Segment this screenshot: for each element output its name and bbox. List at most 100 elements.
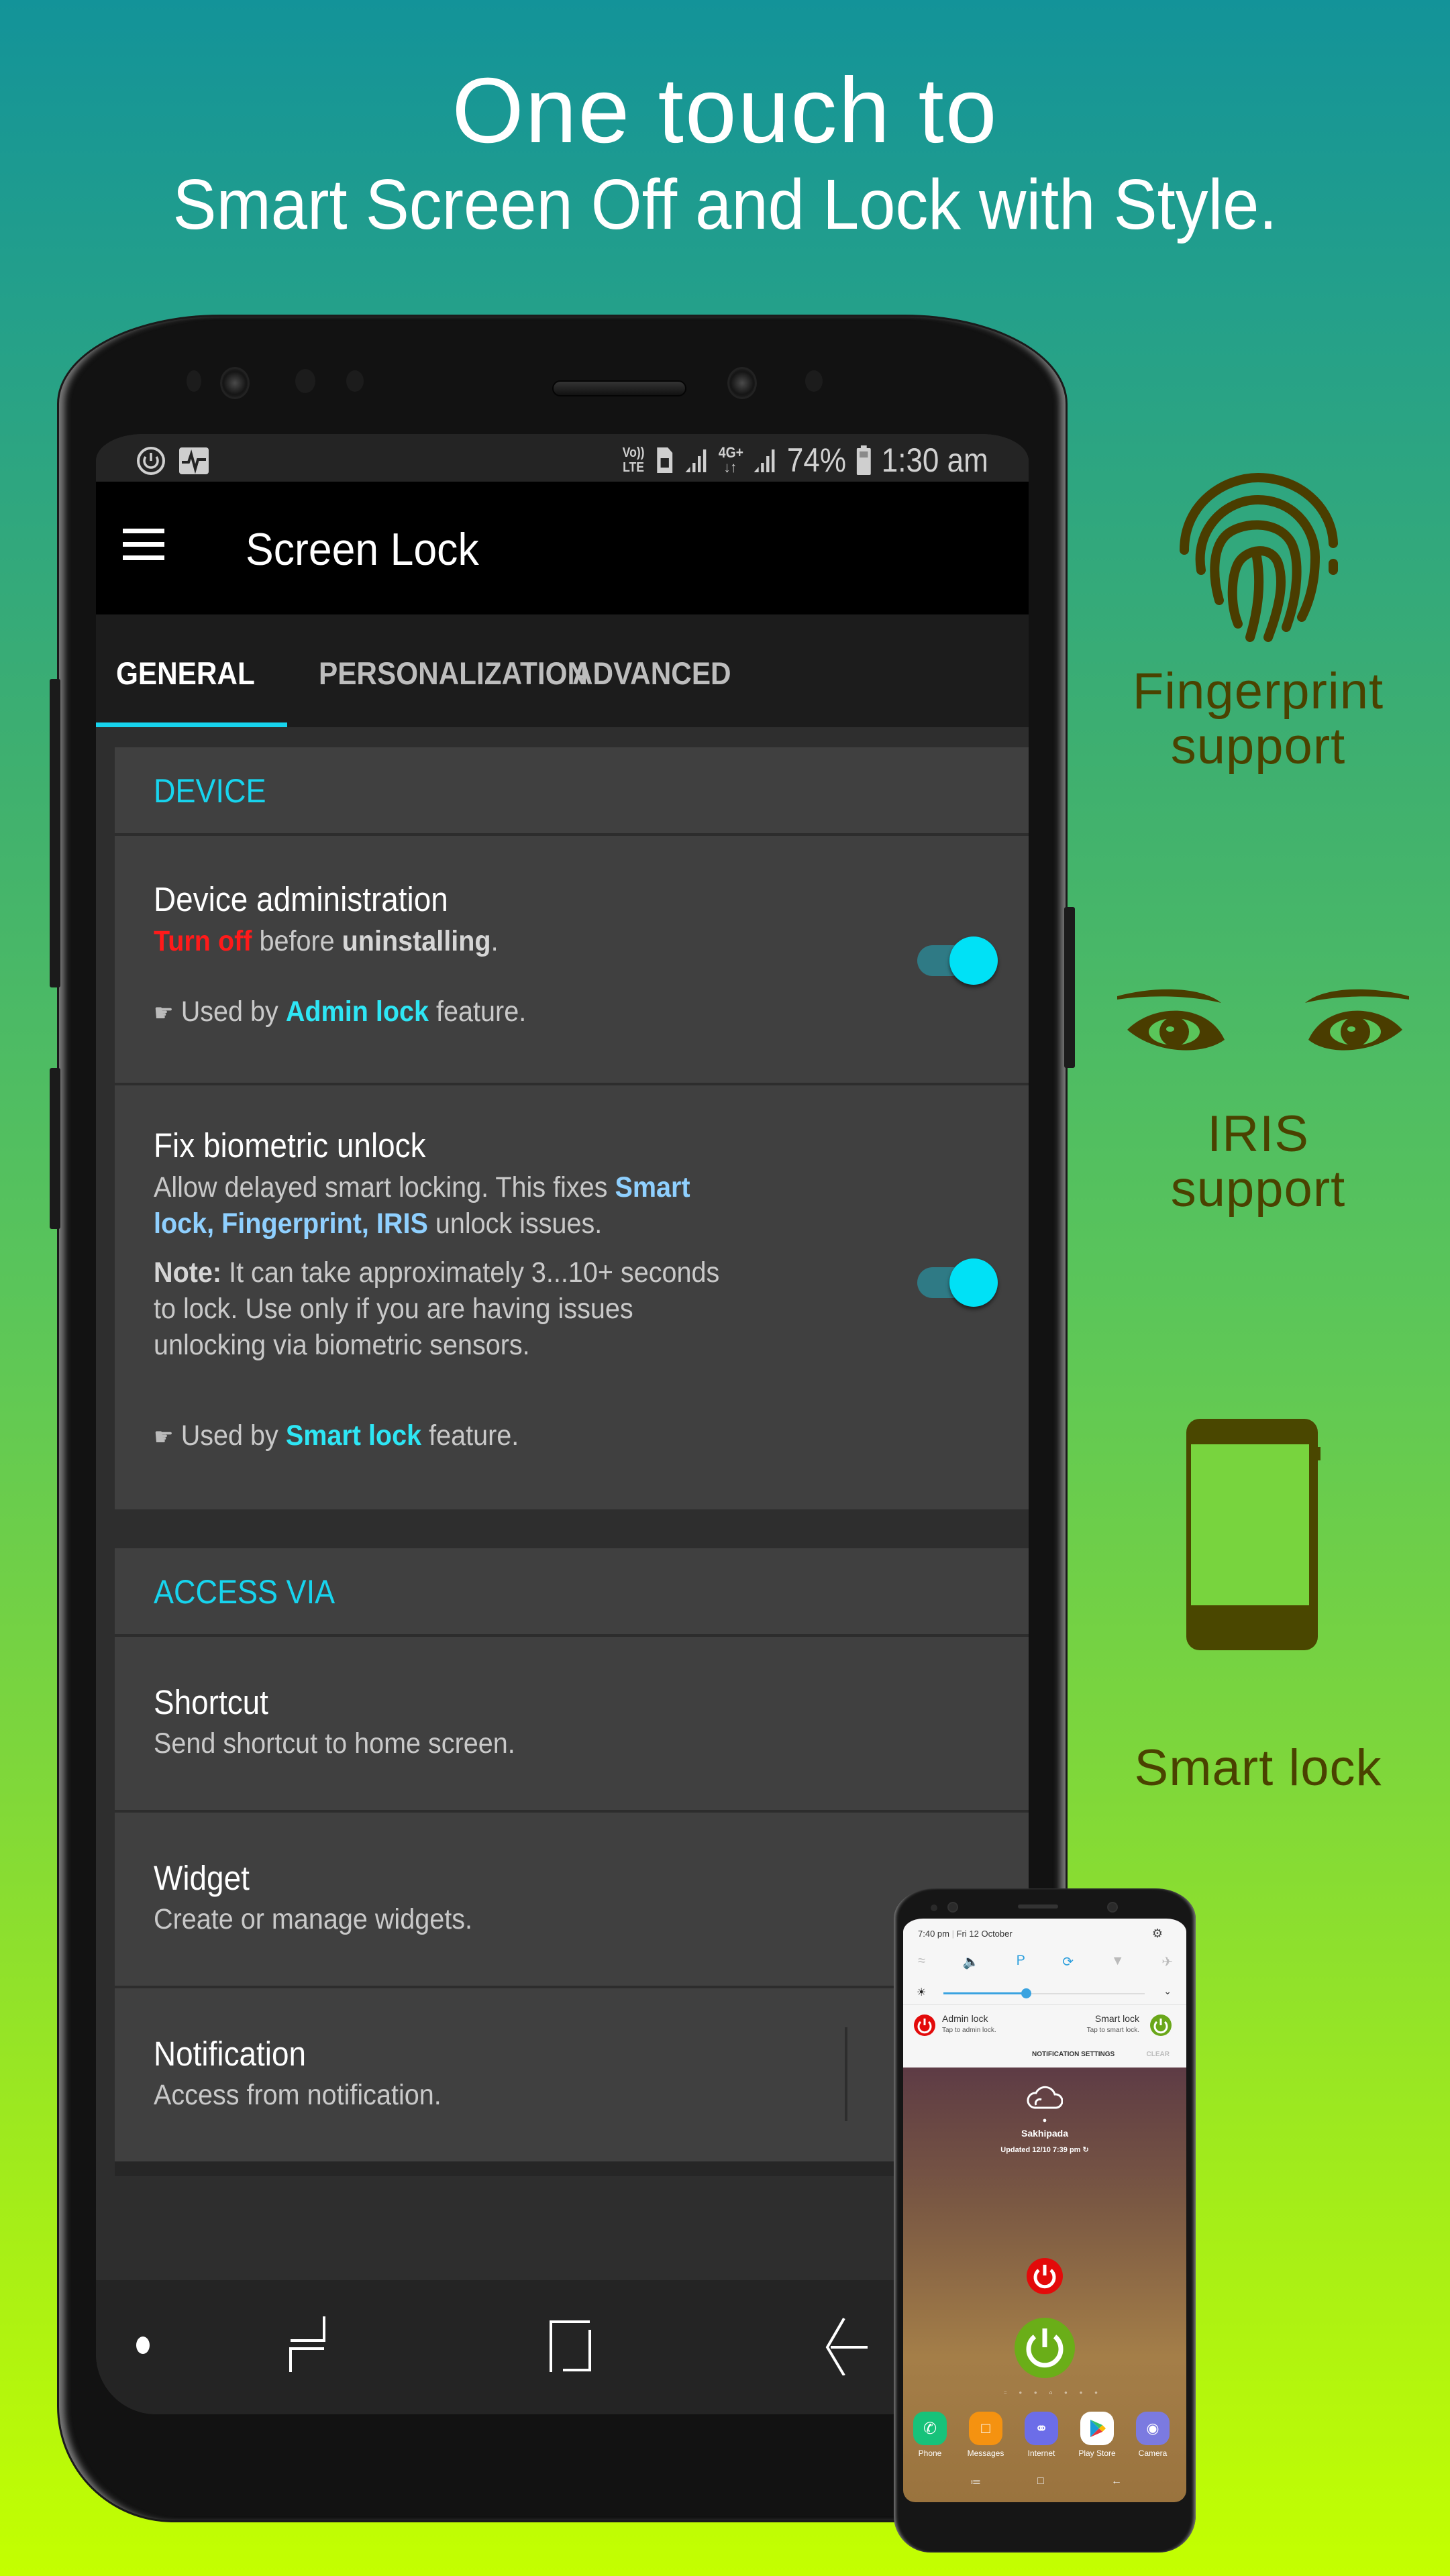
home-icon[interactable] — [544, 2315, 598, 2375]
dock-app-camera[interactable]: ◉ Camera — [1133, 2412, 1173, 2458]
pref-widget[interactable]: Widget Create or manage widgets. — [115, 1813, 1029, 1986]
status-bar: Vo)) LTE 4G+ ↓↑ 74% 1:30 am — [96, 434, 1029, 482]
feature-link[interactable]: Smart lock — [286, 1419, 421, 1452]
feature-link[interactable]: Admin lock — [286, 996, 429, 1028]
app-bar: Screen Lock — [96, 482, 1029, 614]
used-by-prefix: Used by — [180, 1419, 286, 1452]
device-admin-toggle[interactable] — [913, 930, 1000, 985]
sensor-dot — [187, 370, 201, 392]
signal-icon-2 — [754, 449, 775, 472]
pref-notification[interactable]: Notification Access from notification. — [115, 1988, 1029, 2161]
bluetooth-icon[interactable]: Ꮲ — [1017, 1953, 1025, 1970]
page-dot: ● — [1019, 2390, 1023, 2396]
slider-thumb[interactable] — [1021, 1988, 1031, 1998]
section-access-via: ACCESS VIA — [115, 1548, 1029, 1634]
pref-summary: Send shortcut to home screen. — [154, 1727, 515, 1760]
admin-lock-power-icon[interactable] — [914, 2015, 935, 2036]
feature-label-line: support — [1170, 718, 1346, 775]
page-dot: ● — [1094, 2390, 1098, 2396]
pref-title: Shortcut — [154, 1683, 268, 1721]
pref-title: Notification — [154, 2035, 307, 2073]
smart-lock-widget[interactable] — [1015, 2318, 1075, 2378]
tab-advanced[interactable]: ADVANCED — [572, 655, 731, 692]
recents-icon[interactable] — [277, 2315, 331, 2375]
dock-app-play-store[interactable]: Play Store — [1077, 2412, 1117, 2458]
wifi-icon[interactable]: ≈ — [918, 1953, 925, 1970]
home-icon[interactable]: □ — [1037, 2475, 1044, 2487]
tab-personalization[interactable]: PERSONALIZATION — [319, 655, 588, 692]
back-icon[interactable] — [821, 2315, 874, 2375]
back-icon[interactable]: ← — [1111, 2475, 1122, 2487]
feature-label-line: Fingerprint — [1132, 663, 1384, 720]
settings-gear-icon[interactable]: ⚙ — [1152, 1927, 1163, 1941]
smart-lock-power-icon[interactable] — [1150, 2015, 1172, 2036]
feature-iris-label: IRIS support — [1100, 1107, 1416, 1217]
app-label: Play Store — [1078, 2449, 1116, 2458]
fix-biometric-toggle[interactable] — [913, 1252, 1000, 1307]
summary-highlight: Smart — [615, 1171, 690, 1203]
note-text: unlocking via biometric sensors. — [154, 1329, 530, 1361]
activity-icon — [179, 447, 209, 474]
section-device: DEVICE — [115, 747, 1029, 833]
sensor-dot — [931, 1904, 937, 1911]
admin-lock-title[interactable]: Admin lock — [942, 2013, 988, 2024]
dock-app-internet[interactable]: ⚭ Internet — [1021, 2412, 1061, 2458]
brightness-slider[interactable]: ☀ ⌄ — [917, 1986, 1172, 2000]
screen-lock-notification: Admin lock Tap to admin lock. Smart lock… — [903, 2004, 1186, 2065]
used-by-line: ☛ Used by Smart lock feature. — [154, 1417, 519, 1455]
turn-off-warning: Turn off — [154, 925, 252, 957]
iris-camera — [220, 367, 250, 399]
admin-lock-widget[interactable] — [1027, 2258, 1063, 2294]
widget-divider — [845, 2027, 847, 2121]
weather-location: Sakhipada — [1021, 2128, 1069, 2139]
page-dot: = — [1004, 2390, 1007, 2396]
summary-highlight: lock, Fingerprint, IRIS — [154, 1208, 428, 1240]
mini-phone-frame: 7:40 pm | Fri 12 October ⚙ ≈ 🔈 Ꮲ ⟳ ▼ ✈ ☀… — [894, 1888, 1196, 2553]
auto-rotate-icon[interactable]: ⟳ — [1062, 1953, 1074, 1970]
tab-general[interactable]: GENERAL — [116, 655, 255, 692]
pref-device-administration[interactable]: Device administration Turn off before un… — [115, 836, 1029, 1083]
feature-label-line: support — [1170, 1161, 1346, 1218]
dock-app-messages[interactable]: □ Messages — [966, 2412, 1006, 2458]
pref-title: Fix biometric unlock — [154, 1126, 426, 1165]
app-label: Messages — [967, 2449, 1004, 2458]
airplane-icon[interactable]: ✈ — [1161, 1953, 1173, 1970]
navigation-bar — [96, 2280, 1029, 2414]
pref-summary: Turn off before uninstalling. — [154, 923, 499, 959]
summary-text: unlock issues. — [427, 1208, 603, 1240]
pref-fix-biometric-unlock[interactable]: Fix biometric unlock Allow delayed smart… — [115, 1085, 1029, 1509]
weather-updated-text: Updated 12/10 7:39 pm — [1000, 2146, 1081, 2154]
pref-title: Widget — [154, 1859, 250, 1897]
expand-chevron-icon[interactable]: ⌄ — [1163, 1986, 1172, 1997]
pref-shortcut[interactable]: Shortcut Send shortcut to home screen. — [115, 1637, 1029, 1810]
qs-datetime: 7:40 pm | Fri 12 October — [918, 1929, 1013, 1939]
internet-app-icon: ⚭ — [1025, 2412, 1058, 2445]
clear-button[interactable]: CLEAR — [1147, 2051, 1170, 2058]
quick-toggles: ≈ 🔈 Ꮲ ⟳ ▼ ✈ — [918, 1953, 1173, 1970]
hamburger-menu-icon[interactable] — [123, 529, 164, 561]
pointing-hand-icon: ☛ — [154, 999, 174, 1026]
headline-line-1: One touch to — [452, 59, 998, 162]
mini-navigation-bar: ≔ □ ← — [903, 2475, 1186, 2496]
section-header-device: DEVICE — [154, 772, 266, 810]
promo-headline: One touch to Smart Screen Off and Lock w… — [0, 60, 1450, 248]
page-dot: ● — [1064, 2390, 1068, 2396]
recents-icon[interactable]: ≔ — [970, 2475, 981, 2489]
nav-pin-dot[interactable] — [136, 2337, 150, 2354]
pointing-hand-icon: ☛ — [154, 1423, 174, 1450]
smart-lock-title[interactable]: Smart lock — [1095, 2013, 1139, 2024]
note-text: to lock. Use only if you are having issu… — [154, 1293, 633, 1325]
messages-app-icon: □ — [969, 2412, 1002, 2445]
weather-updated: Updated 12/10 7:39 pm ↻ — [1000, 2146, 1089, 2154]
power-side-button — [1064, 907, 1075, 1068]
notification-settings-button[interactable]: NOTIFICATION SETTINGS — [1032, 2051, 1115, 2058]
qs-date: Fri 12 October — [956, 1929, 1013, 1939]
earpiece-speaker — [552, 380, 686, 396]
section-header-access-via: ACCESS VIA — [154, 1573, 335, 1611]
brightness-icon: ☀ — [917, 1987, 927, 1998]
smart-lock-subtitle: Tap to smart lock. — [1086, 2027, 1139, 2034]
dock-app-phone[interactable]: ✆ Phone — [910, 2412, 950, 2458]
phone-screen: Vo)) LTE 4G+ ↓↑ 74% 1:30 am Screen Lock GE… — [96, 434, 1029, 2414]
flashlight-icon[interactable]: ▼ — [1111, 1953, 1125, 1970]
sound-icon[interactable]: 🔈 — [963, 1953, 980, 1970]
